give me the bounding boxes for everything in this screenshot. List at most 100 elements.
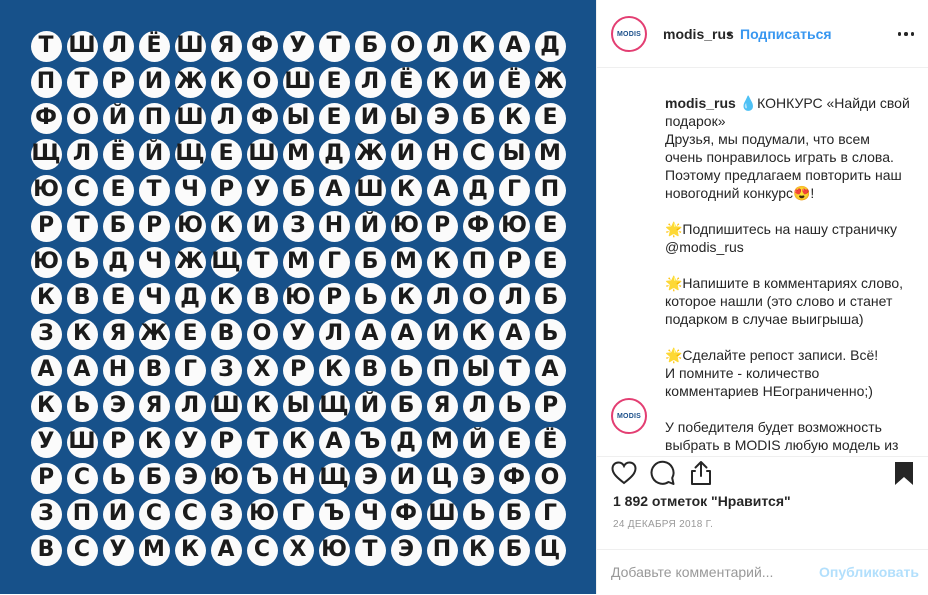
letter-cell: Л [424, 280, 460, 316]
letter-cell: Г [316, 244, 352, 280]
letter-cell: П [532, 172, 568, 208]
more-horizontal-icon[interactable] [893, 24, 919, 44]
letter-cell: Ю [496, 208, 532, 244]
header-username[interactable]: modis_rus [663, 26, 734, 42]
letter-disc: Ф [498, 462, 530, 494]
letter-disc: И [426, 318, 458, 350]
letter-disc: Д [102, 246, 134, 278]
letter-disc: Н [318, 210, 350, 242]
letter-disc: П [426, 534, 458, 566]
letter-disc: О [534, 462, 566, 494]
letter-disc: Е [210, 138, 242, 170]
letter-disc: Ф [390, 498, 422, 530]
letter-cell: Ф [28, 100, 64, 136]
letter-disc: Щ [174, 138, 206, 170]
letter-disc: С [246, 534, 278, 566]
letter-cell: Е [172, 316, 208, 352]
letter-cell: К [172, 532, 208, 568]
letter-disc: У [282, 30, 314, 62]
letter-cell: Э [352, 460, 388, 496]
letter-disc: Н [102, 354, 134, 386]
letter-cell: К [460, 532, 496, 568]
letter-cell: У [280, 28, 316, 64]
letter-disc: Ж [354, 138, 386, 170]
letter-disc: Р [102, 66, 134, 98]
letter-cell: О [388, 28, 424, 64]
letter-cell: Л [208, 100, 244, 136]
letter-cell: Ч [352, 496, 388, 532]
letter-disc: К [246, 390, 278, 422]
follow-button[interactable]: Подписаться [740, 26, 832, 42]
heart-icon[interactable] [609, 458, 639, 488]
letter-disc: С [174, 498, 206, 530]
letter-cell: Ф [460, 208, 496, 244]
letter-cell: Д [316, 136, 352, 172]
letter-disc: Д [462, 174, 494, 206]
letter-cell: К [28, 280, 64, 316]
comments-area[interactable]: modis_rus 💧КОНКУРС «Найди свой подарок» … [597, 68, 928, 456]
letter-disc: Л [102, 30, 134, 62]
comment-input[interactable] [611, 560, 801, 584]
letter-cell: К [460, 28, 496, 64]
letter-disc: Л [354, 66, 386, 98]
letter-disc: Р [426, 210, 458, 242]
letter-cell: Р [100, 424, 136, 460]
post-image[interactable]: ТШЛЁШЯФУТБОЛКАДПТРИЖКОШЕЛЁКИЁЖФОЙПШЛФЫЕИ… [0, 0, 596, 594]
letter-cell: С [64, 460, 100, 496]
letter-cell: К [424, 244, 460, 280]
letter-cell: И [244, 208, 280, 244]
letter-disc: Э [354, 462, 386, 494]
letter-disc: П [30, 66, 62, 98]
letter-disc: К [210, 282, 242, 314]
letter-cell: П [424, 352, 460, 388]
letter-cell: Б [460, 100, 496, 136]
letter-cell: Й [100, 100, 136, 136]
letter-disc: В [210, 318, 242, 350]
letter-disc: М [426, 426, 458, 458]
letter-cell: Р [28, 208, 64, 244]
comment-icon[interactable] [647, 458, 677, 488]
post-date[interactable]: 24 ДЕКАБРЯ 2018 Г. [613, 519, 713, 530]
letter-cell: Ь [388, 352, 424, 388]
letter-disc: Ш [246, 138, 278, 170]
letter-cell: Н [316, 208, 352, 244]
letter-disc: К [318, 354, 350, 386]
letter-disc: Х [282, 534, 314, 566]
letter-cell: Л [352, 64, 388, 100]
letter-disc: Э [102, 390, 134, 422]
reply-avatar[interactable]: MODIS [611, 398, 647, 434]
avatar[interactable]: MODIS [611, 16, 647, 52]
letter-disc: Ь [498, 390, 530, 422]
letter-cell: Е [532, 208, 568, 244]
letter-cell: Ь [352, 280, 388, 316]
letter-cell: З [208, 352, 244, 388]
letter-cell: У [280, 316, 316, 352]
letter-cell: Ё [100, 136, 136, 172]
letter-disc: Ш [174, 102, 206, 134]
caption-username[interactable]: modis_rus [665, 95, 736, 111]
letter-disc: П [138, 102, 170, 134]
bookmark-icon[interactable] [889, 458, 919, 488]
letter-cell: Э [172, 460, 208, 496]
letter-cell: Р [100, 64, 136, 100]
letter-cell: Д [532, 28, 568, 64]
letter-disc: Е [534, 102, 566, 134]
letter-disc: Щ [318, 390, 350, 422]
share-icon[interactable] [686, 458, 716, 488]
letter-cell: К [424, 64, 460, 100]
letter-disc: Ф [30, 102, 62, 134]
letter-disc: Ю [498, 210, 530, 242]
letter-disc: К [462, 318, 494, 350]
letter-disc: Ъ [318, 498, 350, 530]
letter-cell: К [208, 280, 244, 316]
letter-disc: Г [498, 174, 530, 206]
letter-disc: Й [138, 138, 170, 170]
letter-disc: В [30, 534, 62, 566]
post-comment-button[interactable]: Опубликовать [819, 564, 919, 580]
likes-count[interactable]: 1 892 отметок "Нравится" [613, 493, 791, 509]
letter-disc: Г [174, 354, 206, 386]
letter-cell: С [64, 532, 100, 568]
letter-cell: Ь [64, 244, 100, 280]
letter-disc: Ы [390, 102, 422, 134]
letter-disc: У [102, 534, 134, 566]
